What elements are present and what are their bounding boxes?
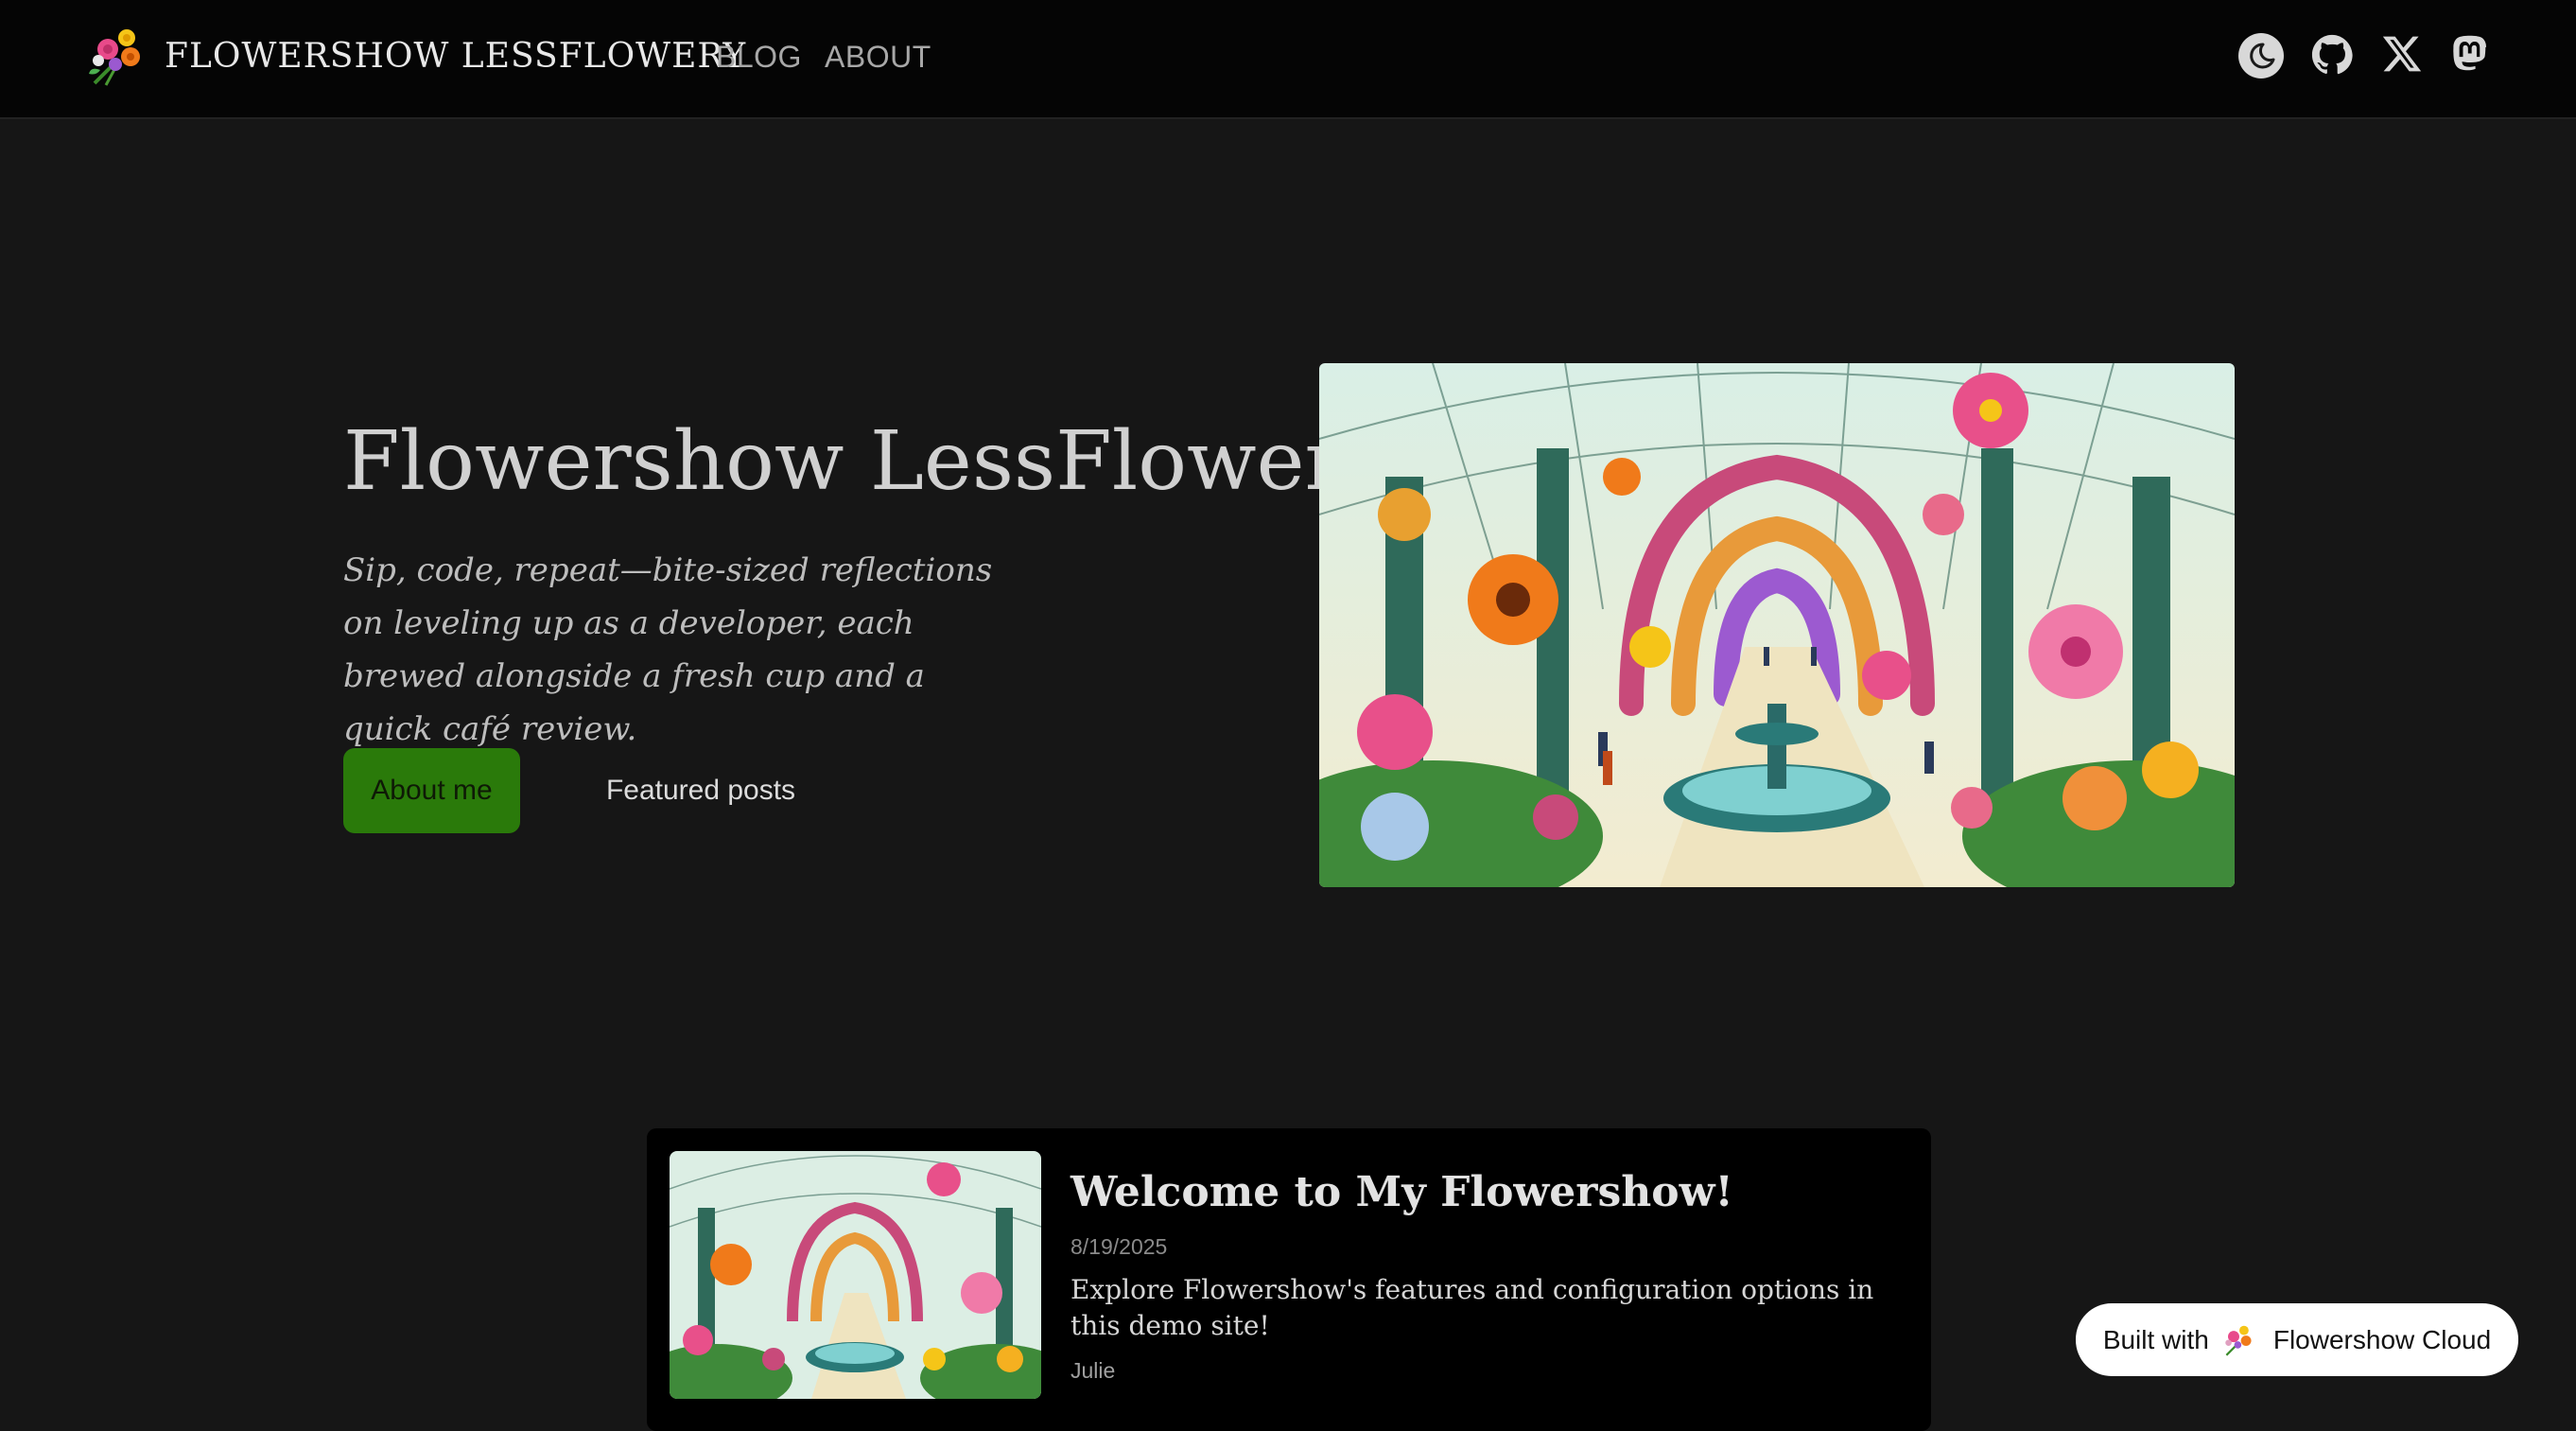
theme-toggle-button[interactable] [2237,32,2285,79]
github-icon [2311,34,2353,75]
x-twitter-link[interactable] [2381,32,2423,76]
mastodon-icon [2453,35,2487,71]
bouquet-logo-icon [89,29,140,86]
hero-flowershow-image [1319,363,2235,887]
about-me-button[interactable]: About me [343,748,520,833]
hero-title: Flowershow LessFlowery [343,414,1390,509]
site-brand-link[interactable]: FLOWERSHOW LESSFLOWERY [87,25,746,87]
nav-link-about[interactable]: ABOUT [825,40,931,75]
x-icon [2382,36,2422,72]
hero-subtitle: Sip, code, repeat—bite-sized reflections… [343,551,993,748]
bouquet-badge-icon [2225,1325,2252,1356]
top-navbar: FLOWERSHOW LESSFLOWERY BLOG ABOUT [0,0,2576,119]
post-date: 8/19/2025 [1070,1234,1168,1259]
featured-posts-button[interactable]: Featured posts [586,748,815,833]
github-link[interactable] [2311,32,2353,78]
post-description: Explore Flowershow's features and config… [1070,1274,1874,1341]
post-thumbnail-image[interactable] [670,1151,1041,1399]
theme-toggle-moon-icon [2238,33,2284,79]
mastodon-link[interactable] [2449,32,2491,76]
post-author: Julie [1070,1358,1116,1383]
nav-link-blog[interactable]: BLOG [716,40,802,75]
badge-name: Flowershow Cloud [2272,1324,2492,1354]
badge-prefix: Built with [2102,1324,2209,1354]
post-card[interactable]: Welcome to My Flowershow! 8/19/2025 Expl… [647,1128,1931,1431]
built-with-flowershow-badge[interactable]: Built with Flowershow Cloud [2076,1303,2518,1376]
post-title-link[interactable]: Welcome to My Flowershow! [1070,1168,1733,1216]
site-brand-name: FLOWERSHOW LESSFLOWERY [165,36,747,76]
